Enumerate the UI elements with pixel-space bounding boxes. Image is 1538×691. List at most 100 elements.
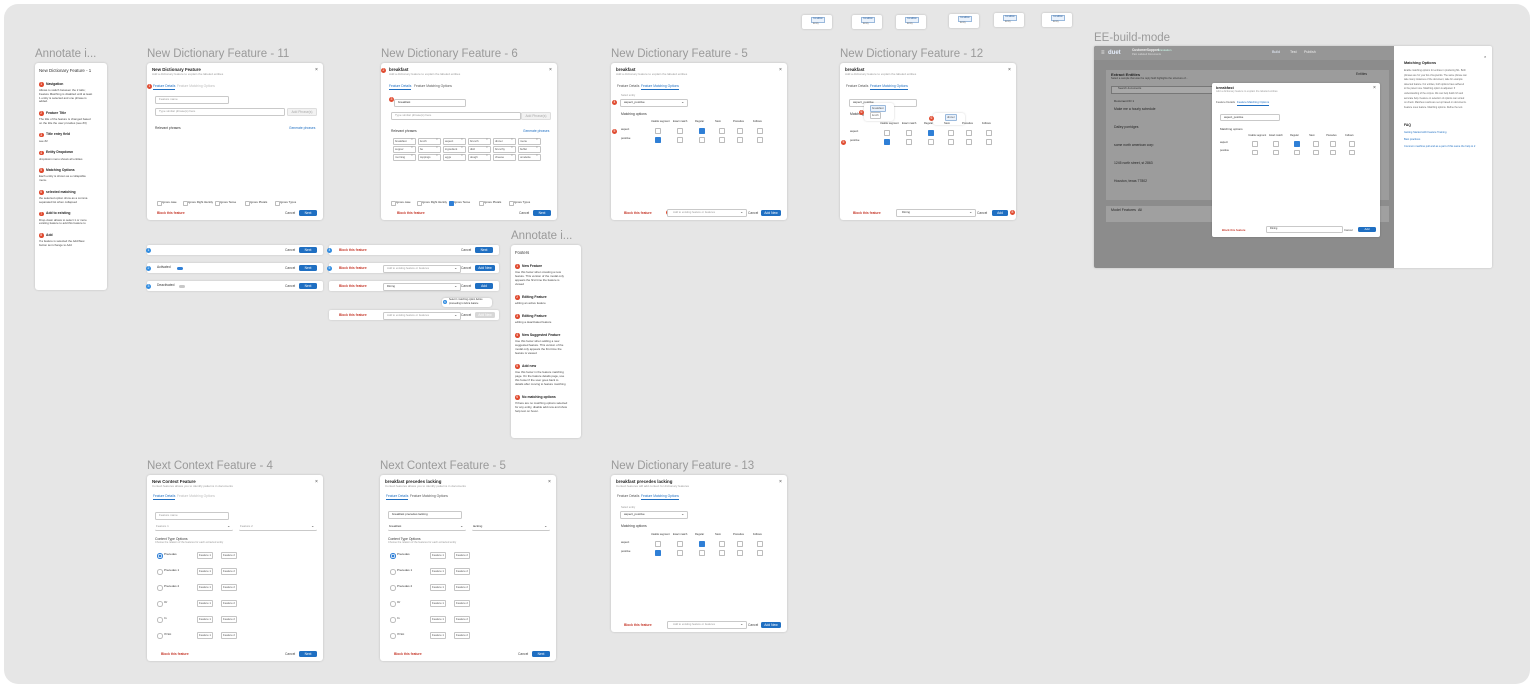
match-checkbox[interactable]: [1349, 149, 1355, 156]
match-checkbox[interactable]: [655, 549, 661, 556]
close-icon[interactable]: ×: [411, 153, 413, 157]
close-icon[interactable]: ×: [315, 67, 318, 73]
tab-feature-matching[interactable]: Feature Matching Options: [1237, 100, 1270, 106]
next-button[interactable]: Next: [532, 651, 550, 657]
tab-feature-matching[interactable]: Feature Matching Options: [410, 494, 448, 498]
cancel-button[interactable]: Cancel: [285, 652, 295, 656]
match-checkbox[interactable]: [719, 136, 725, 143]
match-checkbox[interactable]: [1252, 149, 1259, 156]
close-icon[interactable]: ×: [536, 145, 538, 149]
close-icon[interactable]: ×: [511, 153, 513, 157]
match-checkbox[interactable]: [906, 129, 912, 136]
feature-slot[interactable]: Feature 2: [454, 552, 470, 559]
close-icon[interactable]: ×: [436, 137, 438, 141]
feature-slot[interactable]: Feature 2: [221, 600, 237, 607]
feature-slot[interactable]: Feature 2: [221, 552, 237, 559]
next-button[interactable]: Next: [299, 265, 317, 271]
add-to-existing-dropdown[interactable]: Add to existing feature or features ⌄: [667, 621, 747, 629]
match-checkbox[interactable]: [719, 540, 725, 547]
tab-feature-details[interactable]: Feature Details: [153, 494, 176, 500]
close-icon[interactable]: ×: [779, 67, 782, 73]
match-checkbox[interactable]: [677, 136, 683, 143]
feature-slot[interactable]: Feature 2: [221, 632, 237, 639]
context-radio[interactable]: [390, 569, 396, 575]
match-checkbox[interactable]: [884, 138, 890, 145]
match-checkbox[interactable]: [677, 540, 683, 547]
add-to-existing-dropdown[interactable]: Dining ⌄: [896, 209, 976, 217]
next-button[interactable]: Next: [533, 210, 551, 216]
logo[interactable]: duet: [1108, 50, 1121, 57]
match-checkbox[interactable]: [677, 127, 683, 134]
feature-2-select[interactable]: lacking ⌄: [472, 523, 550, 531]
block-feature-link[interactable]: Block this feature: [339, 248, 367, 252]
feature-slot[interactable]: Feature 2: [221, 616, 237, 623]
add-to-existing-dropdown[interactable]: Add to existing feature or features ⌄: [383, 312, 461, 320]
cancel-button[interactable]: Cancel: [285, 266, 295, 270]
feature-slot[interactable]: Feature 1: [430, 584, 446, 591]
feature-slot[interactable]: Feature 2: [454, 568, 470, 575]
mini-component[interactable]: Condition Entity: [802, 15, 832, 29]
cancel-button[interactable]: Cancel: [977, 211, 987, 215]
add-to-existing-dropdown[interactable]: Add to existing feature or features ⌄: [383, 265, 461, 273]
phrase-input[interactable]: Type similar phrase(s) here: [391, 112, 521, 120]
feature-slot[interactable]: Feature 2: [454, 584, 470, 591]
match-checkbox[interactable]: [1273, 141, 1279, 147]
tab-feature-matching[interactable]: Feature Matching Options: [870, 84, 908, 90]
next-button[interactable]: Next: [475, 247, 493, 253]
entity-dropdown[interactable]: aspect_positive ⌄: [620, 511, 688, 519]
close-icon[interactable]: ×: [436, 145, 438, 149]
faq-link[interactable]: Common machine pull and as a part of thi…: [1404, 145, 1475, 149]
active-toggle[interactable]: [179, 284, 185, 288]
match-checkbox[interactable]: [1313, 149, 1319, 156]
feature-slot[interactable]: Feature 2: [454, 632, 470, 639]
match-checkbox[interactable]: [655, 127, 661, 134]
context-radio[interactable]: [390, 617, 396, 623]
close-icon[interactable]: ×: [549, 67, 552, 73]
match-checkbox[interactable]: [906, 138, 912, 145]
context-radio[interactable]: [390, 585, 396, 591]
feature-slot[interactable]: Feature 1: [197, 552, 213, 559]
close-icon[interactable]: ×: [461, 145, 463, 149]
add-new-button[interactable]: Add New: [761, 622, 781, 628]
add-button[interactable]: Add: [992, 210, 1008, 216]
match-checkbox[interactable]: [655, 136, 661, 143]
block-feature-link[interactable]: Block this feature: [1222, 228, 1245, 232]
next-button[interactable]: Next: [299, 247, 317, 253]
tab-feature-details[interactable]: Feature Details: [389, 84, 412, 90]
feature-slot[interactable]: Feature 1: [197, 616, 213, 623]
tab-feature-matching[interactable]: Feature Matching Options: [641, 494, 679, 500]
match-checkbox[interactable]: [1330, 141, 1336, 147]
match-checkbox[interactable]: [1330, 149, 1336, 156]
add-phrases-button[interactable]: Add Phrase(s): [521, 112, 551, 120]
feature-name-input[interactable]: Feature name: [155, 96, 229, 104]
block-feature-link[interactable]: Block this feature: [157, 211, 185, 215]
feature-slot[interactable]: Feature 1: [430, 600, 446, 607]
match-checkbox[interactable]: [1252, 141, 1259, 147]
mini-component[interactable]: Condition Entity: [896, 15, 926, 29]
cancel-button[interactable]: Cancel: [519, 211, 529, 215]
tab-feature-matching[interactable]: Feature Matching Options: [641, 84, 679, 90]
faq-link[interactable]: Getting Started with Feature Training: [1404, 131, 1446, 135]
block-feature-link[interactable]: Block this feature: [624, 211, 652, 215]
match-checkbox[interactable]: [928, 138, 934, 145]
tab-feature-details[interactable]: Feature Details: [617, 494, 639, 498]
context-radio[interactable]: [390, 601, 396, 607]
nav-test[interactable]: Test: [1290, 50, 1297, 55]
close-icon[interactable]: ×: [486, 145, 488, 149]
phrase-input[interactable]: Type similar phrase(s) here: [155, 108, 285, 116]
match-checkbox[interactable]: [948, 129, 954, 136]
cancel-button[interactable]: Cancel: [285, 248, 295, 252]
cancel-button[interactable]: Cancel: [461, 284, 471, 288]
feature-slot[interactable]: Feature 1: [197, 568, 213, 575]
match-checkbox[interactable]: [948, 138, 954, 145]
add-new-button[interactable]: Add New: [761, 210, 781, 216]
match-checkbox[interactable]: [1294, 141, 1300, 147]
match-checkbox[interactable]: [757, 127, 763, 134]
match-checkbox[interactable]: [699, 136, 705, 143]
cancel-button[interactable]: Cancel: [748, 623, 758, 627]
match-checkbox[interactable]: [655, 540, 661, 547]
match-checkbox[interactable]: [1349, 141, 1355, 147]
match-checkbox[interactable]: [737, 549, 743, 556]
match-checkbox[interactable]: [1294, 149, 1300, 156]
tab-feature-matching[interactable]: Feature Matching Options: [414, 84, 452, 88]
